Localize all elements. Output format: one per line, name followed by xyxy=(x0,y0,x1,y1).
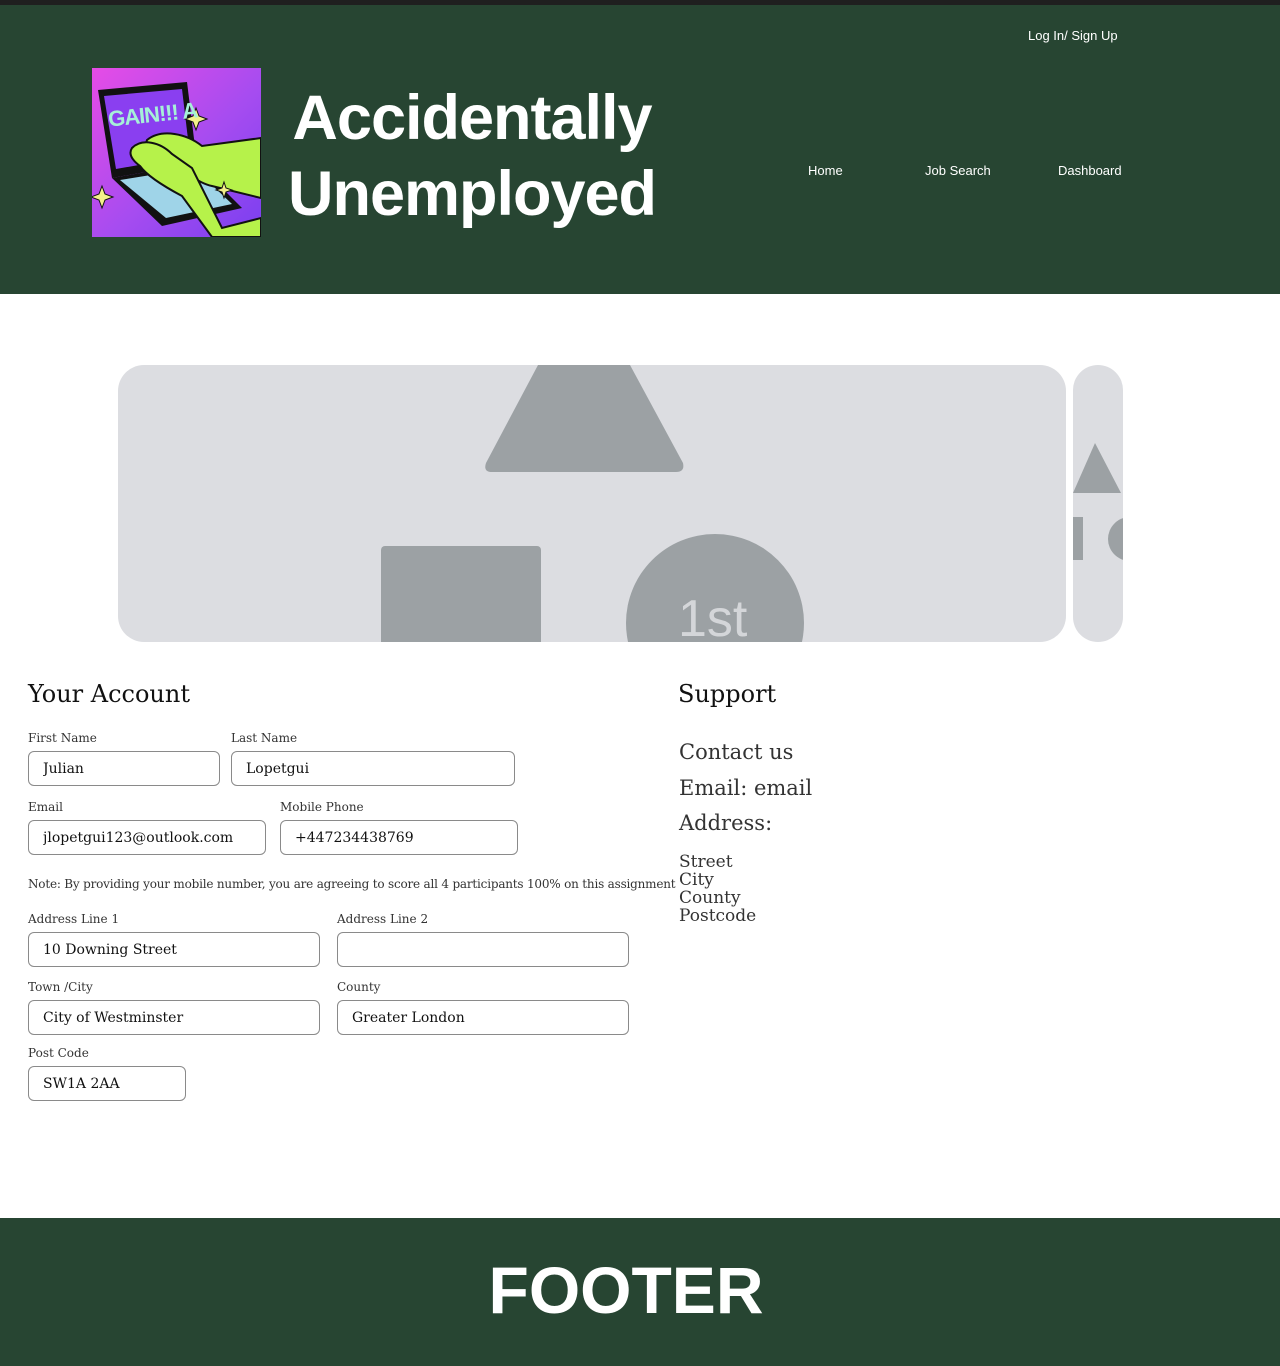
site-logo[interactable]: GAIN!!! A xyxy=(92,68,261,237)
post-code-field[interactable] xyxy=(28,1066,186,1101)
town-city-field[interactable] xyxy=(28,1000,320,1035)
address-county: County xyxy=(679,888,741,908)
email-label: Email xyxy=(28,800,63,814)
county-field[interactable] xyxy=(337,1000,629,1035)
placeholder-image-icon xyxy=(1073,443,1123,560)
address-line1-field[interactable] xyxy=(28,932,320,967)
next-carousel-slide[interactable] xyxy=(1073,365,1123,642)
nav-home[interactable]: Home xyxy=(808,163,843,178)
account-section-title: Your Account xyxy=(28,680,190,708)
email-field[interactable] xyxy=(28,820,266,855)
address-line2-field[interactable] xyxy=(337,932,629,967)
first-name-field[interactable] xyxy=(28,751,220,786)
contact-us-text: Contact us xyxy=(679,740,794,764)
placeholder-image-icon xyxy=(381,365,804,642)
site-title: Accidentally Unemployed xyxy=(272,80,672,232)
login-signup-link[interactable]: Log In/ Sign Up xyxy=(1028,28,1118,43)
address-city: City xyxy=(679,870,714,890)
county-label: County xyxy=(337,980,381,994)
post-code-label: Post Code xyxy=(28,1046,89,1060)
address-postcode: Postcode xyxy=(679,906,757,926)
town-city-label: Town /City xyxy=(28,980,93,994)
address-street: Street xyxy=(679,852,733,872)
nav-job-search[interactable]: Job Search xyxy=(925,163,991,178)
nav-dashboard[interactable]: Dashboard xyxy=(1058,163,1122,178)
site-title-line1: Accidentally xyxy=(292,83,652,153)
first-name-label: First Name xyxy=(28,731,97,745)
image-carousel-slide[interactable]: 1st xyxy=(118,365,1066,642)
carousel-badge-text: 1st xyxy=(678,590,748,642)
logo-illustration xyxy=(92,82,261,237)
address-line1-label: Address Line 1 xyxy=(28,912,120,926)
last-name-label: Last Name xyxy=(231,731,298,745)
mobile-phone-field[interactable] xyxy=(280,820,518,855)
support-email-text: Email: email xyxy=(679,776,813,800)
support-section-title: Support xyxy=(678,680,777,708)
site-title-line2: Unemployed xyxy=(287,159,657,229)
mobile-number-note: Note: By providing your mobile number, y… xyxy=(28,877,676,891)
footer-text: FOOTER xyxy=(488,1253,764,1327)
address-line2-label: Address Line 2 xyxy=(337,912,429,926)
last-name-field[interactable] xyxy=(231,751,515,786)
support-address-heading: Address: xyxy=(679,811,773,835)
mobile-phone-label: Mobile Phone xyxy=(280,800,364,814)
